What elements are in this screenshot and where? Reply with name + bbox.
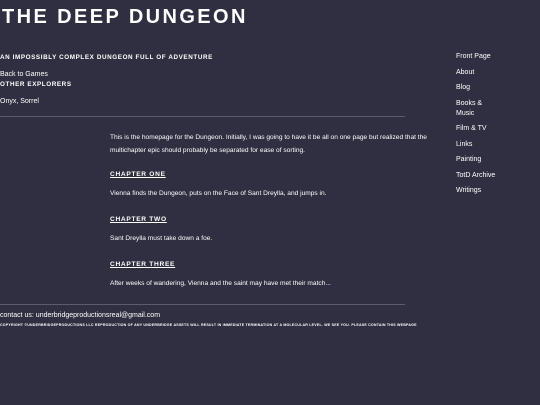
nav-film-tv[interactable]: Film & TV xyxy=(456,124,496,134)
nav-blog[interactable]: Blog xyxy=(456,83,496,93)
top-divider xyxy=(0,116,405,117)
chapter-three-link[interactable]: CHAPTER THREE xyxy=(110,258,175,271)
chapter-one-summary: Vienna finds the Dungeon, puts on the Fa… xyxy=(110,190,327,197)
nav-painting[interactable]: Painting xyxy=(456,155,496,165)
copyright-notice: COPYRIGHT ©UNDERBRIDGEPRODUCTIONS LLC RE… xyxy=(0,323,417,327)
nav-totd-archive[interactable]: TotD Archive xyxy=(456,171,496,181)
chapter-two-summary: Sant Dreylla must take down a foe. xyxy=(110,235,213,242)
nav-about[interactable]: About xyxy=(456,68,496,78)
nav-writings[interactable]: Writings xyxy=(456,186,496,196)
chapter-two-link[interactable]: CHAPTER TWO xyxy=(110,213,167,226)
nav-links[interactable]: Links xyxy=(456,140,496,150)
bottom-divider xyxy=(0,304,405,305)
other-explorers-names: Onyx, Sorrel xyxy=(0,98,39,105)
back-to-games-link[interactable]: Back to Games xyxy=(0,71,48,78)
intro-paragraph: This is the homepage for the Dungeon. In… xyxy=(110,134,427,154)
site-tagline: AN IMPOSSIBLY COMPLEX DUNGEON FULL OF AD… xyxy=(0,54,213,61)
chapter-one-link[interactable]: CHAPTER ONE xyxy=(110,168,166,181)
contact-email: contact us: underbridgeproductionsreal@g… xyxy=(0,312,161,319)
side-navigation: Front Page About Blog Books & Music Film… xyxy=(456,52,536,202)
nav-books-music[interactable]: Books & Music xyxy=(456,99,496,119)
chapter-three-summary: After weeks of wandering, Vienna and the… xyxy=(110,280,331,287)
other-explorers-heading: OTHER EXPLORERS xyxy=(0,81,72,88)
nav-front-page[interactable]: Front Page xyxy=(456,52,496,62)
main-content: This is the homepage for the Dungeon. In… xyxy=(110,131,430,303)
site-title: THE DEEP DUNGEON xyxy=(2,6,248,28)
